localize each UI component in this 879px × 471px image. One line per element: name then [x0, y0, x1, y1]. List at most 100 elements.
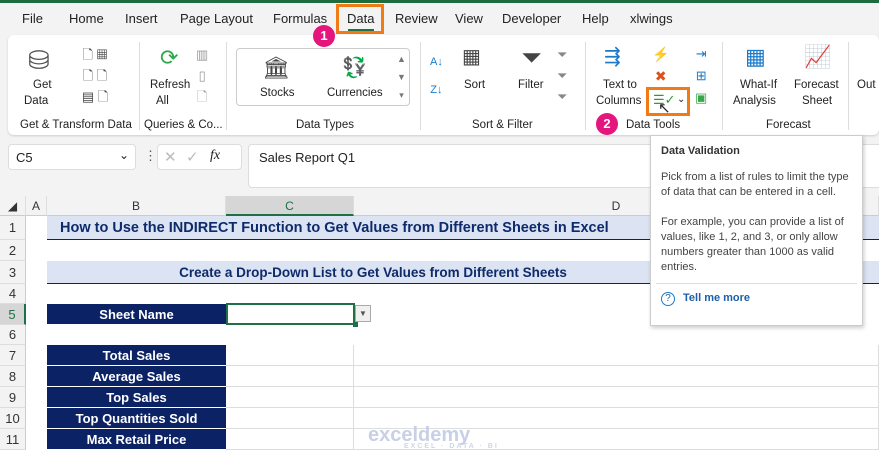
- divider: [585, 42, 586, 130]
- sort-az-za-icons[interactable]: A↓ Z↓: [430, 48, 443, 104]
- tab-view[interactable]: View: [455, 11, 483, 26]
- group-label-data-tools: Data Tools: [626, 119, 681, 131]
- divider: [848, 42, 849, 130]
- currencies-button[interactable]: Currencies: [327, 87, 383, 99]
- sheet-name-dropdown-cell[interactable]: [226, 303, 355, 325]
- metric-value-cell[interactable]: [226, 408, 354, 429]
- metric-value-cell[interactable]: [226, 366, 354, 387]
- formula-buttons: ✕ ✓ fx: [157, 144, 242, 170]
- title-bar-strip: [0, 0, 879, 3]
- cancel-icon[interactable]: ✕: [164, 148, 177, 166]
- enter-icon[interactable]: ✓: [186, 148, 199, 166]
- text-to-columns-button-line2[interactable]: Columns: [596, 95, 641, 107]
- tell-me-more-link[interactable]: ? Tell me more: [656, 283, 857, 306]
- row-header-10[interactable]: 10: [0, 408, 26, 429]
- metric-label: Top Sales: [47, 387, 226, 408]
- forecast-sheet-icon: 📈: [804, 44, 832, 69]
- flash-fill-remove-duplicates-icons[interactable]: ⚡ ✖: [652, 43, 669, 87]
- tab-file[interactable]: File: [22, 11, 43, 26]
- tab-formulas[interactable]: Formulas: [273, 11, 327, 26]
- chevron-down-icon[interactable]: ⌄: [677, 94, 685, 105]
- row-header-7[interactable]: 7: [0, 345, 26, 366]
- consolidate-relationships-icons[interactable]: ⇥ ⊞ ▣: [695, 43, 707, 109]
- divider: [420, 42, 421, 130]
- tab-page-layout[interactable]: Page Layout: [180, 11, 253, 26]
- insert-function-icon[interactable]: fx: [210, 148, 220, 164]
- fill-handle[interactable]: [353, 322, 358, 327]
- metric-value-cell[interactable]: [226, 345, 354, 366]
- row-header-5[interactable]: 5: [0, 304, 26, 325]
- filter-icon: ⏷: [521, 42, 542, 72]
- row-header-11[interactable]: 11: [0, 429, 26, 450]
- exceldemy-watermark: exceldemy EXCEL · DATA · BI: [368, 424, 499, 450]
- column-header-a[interactable]: A: [26, 196, 47, 216]
- outline-button[interactable]: Out: [857, 79, 876, 91]
- select-all-corner[interactable]: ◢: [0, 196, 26, 216]
- metric-label: Average Sales: [47, 366, 226, 387]
- more-options-icon[interactable]: ⋮: [144, 148, 157, 164]
- help-icon: ?: [661, 292, 675, 306]
- tooltip-example: For example, you can provide a list of v…: [661, 216, 844, 273]
- tab-xlwings[interactable]: xlwings: [630, 11, 673, 26]
- data-tab-highlight: [336, 4, 384, 34]
- group-label-sort-filter: Sort & Filter: [472, 119, 533, 131]
- name-box-value: C5: [16, 150, 33, 165]
- tab-home[interactable]: Home: [69, 11, 104, 26]
- divider: [139, 42, 140, 130]
- column-header-b[interactable]: B: [47, 196, 226, 216]
- stocks-icon: 🏛: [262, 55, 290, 80]
- column-header-c[interactable]: C: [226, 196, 354, 216]
- metric-label: Top Quantities Sold: [47, 408, 226, 429]
- metric-value-cell[interactable]: [354, 387, 879, 408]
- metric-label: Total Sales: [47, 345, 226, 366]
- text-to-columns-icon: ⇶: [604, 46, 621, 68]
- row-header-4[interactable]: 4: [0, 284, 26, 304]
- name-box[interactable]: C5 ⌄: [8, 144, 136, 170]
- tab-insert[interactable]: Insert: [125, 11, 158, 26]
- step-badge-2: 2: [596, 113, 618, 135]
- data-validation-tooltip: Data Validation Pick from a list of rule…: [650, 135, 863, 326]
- row-header-8[interactable]: 8: [0, 366, 26, 387]
- metric-value-cell[interactable]: [226, 429, 354, 450]
- tooltip-title: Data Validation: [661, 145, 740, 157]
- row-header-3[interactable]: 3: [0, 261, 26, 284]
- get-data-button-line2[interactable]: Data: [24, 95, 48, 107]
- metric-value-cell[interactable]: [226, 387, 354, 408]
- gallery-scroll-icons[interactable]: ▲ ▼ ▾: [397, 50, 406, 104]
- metric-label: Max Retail Price: [47, 429, 226, 450]
- formula-value: Sales Report Q1: [259, 150, 356, 165]
- tab-review[interactable]: Review: [395, 11, 438, 26]
- metric-value-cell[interactable]: [354, 345, 879, 366]
- stocks-button[interactable]: Stocks: [260, 87, 295, 99]
- data-source-icons[interactable]: 🗋 ▦ 🗋 🗋 ▤ 🗋: [70, 44, 120, 107]
- filter-option-icons[interactable]: ⏷ ⏷ ⏷: [557, 44, 567, 107]
- refresh-all-button[interactable]: Refresh: [150, 79, 190, 91]
- sort-icon: ▦: [462, 46, 481, 68]
- forecast-sheet-button-line2[interactable]: Sheet: [802, 95, 832, 107]
- row-header-1[interactable]: 1: [0, 216, 26, 240]
- text-to-columns-button[interactable]: Text to: [603, 79, 637, 91]
- filter-button[interactable]: Filter: [518, 79, 544, 91]
- mouse-cursor-icon: ↖: [658, 100, 671, 117]
- row-header-2[interactable]: 2: [0, 240, 26, 261]
- sort-button[interactable]: Sort: [464, 79, 485, 91]
- tab-developer[interactable]: Developer: [502, 11, 561, 26]
- currencies-icon: 💱: [342, 57, 367, 79]
- queries-icons[interactable]: ▥ ▯ 🗋: [196, 44, 208, 107]
- row-header-6[interactable]: 6: [0, 325, 26, 345]
- refresh-all-button-line2[interactable]: All: [156, 95, 169, 107]
- get-data-button[interactable]: Get: [33, 79, 52, 91]
- chevron-down-icon[interactable]: ⌄: [119, 148, 129, 162]
- metric-value-cell[interactable]: [354, 366, 879, 387]
- tab-help[interactable]: Help: [582, 11, 609, 26]
- what-if-analysis-button-line2[interactable]: Analysis: [733, 95, 776, 107]
- tooltip-description: Pick from a list of rules to limit the t…: [661, 171, 849, 198]
- what-if-analysis-button[interactable]: What-If: [740, 79, 777, 91]
- group-label-data-types: Data Types: [296, 119, 354, 131]
- forecast-sheet-button[interactable]: Forecast: [794, 79, 839, 91]
- divider: [722, 42, 723, 130]
- row-header-9[interactable]: 9: [0, 387, 26, 408]
- step-badge-1: 1: [313, 25, 335, 47]
- dropdown-arrow-icon[interactable]: ▼: [355, 305, 371, 322]
- get-data-icon: ⛁: [28, 45, 50, 75]
